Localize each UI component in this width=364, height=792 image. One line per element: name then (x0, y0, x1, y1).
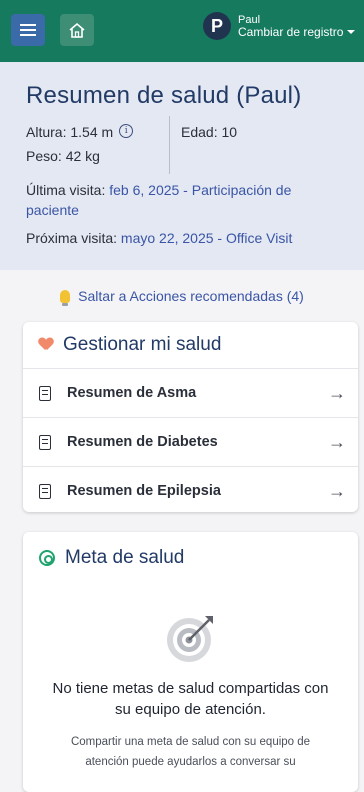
arrow-right-icon: → (328, 481, 346, 501)
last-visit-label: Última visita: (26, 182, 110, 198)
list-item-label: Resumen de Diabetes (67, 434, 218, 450)
user-info: Paul Cambiar de registro (238, 14, 356, 39)
height-row: Altura: 1.54 m i (26, 122, 134, 142)
health-goal-card: Meta de salud No tiene metas de salud co… (23, 532, 358, 792)
arrow-right-icon: → (328, 432, 346, 452)
chevron-down-icon (347, 30, 356, 38)
target-icon (39, 550, 55, 566)
list-item-epilepsy-summary[interactable]: Resumen de Epilepsia → (23, 466, 358, 512)
health-summary: Resumen de salud (Paul) Altura: 1.54 m i … (0, 62, 364, 270)
manage-health-title: Gestionar mi salud (63, 334, 222, 355)
switch-record-control[interactable]: P Paul Cambiar de registro (203, 12, 356, 40)
hamburger-icon (20, 29, 36, 31)
recommended-actions-label: Saltar a Acciones recomendadas (4) (78, 288, 304, 304)
list-item-label: Resumen de Epilepsia (67, 483, 221, 499)
menu-button[interactable] (11, 14, 45, 46)
document-icon (39, 434, 51, 450)
weight-value: Peso: 42 kg (26, 148, 100, 164)
empty-state-title: No tiene metas de salud compartidas con … (52, 680, 329, 718)
divider (169, 116, 170, 174)
top-bar: P Paul Cambiar de registro (0, 0, 364, 62)
manage-health-card: Gestionar mi salud Resumen de Asma → Res… (23, 322, 358, 512)
vitals: Altura: 1.54 m i Edad: 10 Peso: 42 kg (26, 116, 364, 174)
switch-record-label: Cambiar de registro (238, 25, 344, 39)
health-goal-header: Meta de salud (23, 532, 358, 584)
next-visit-link[interactable]: mayo 22, 2025 - Office Visit (121, 230, 292, 246)
age-value: Edad: 10 (181, 124, 238, 140)
arrow-right-icon: → (328, 383, 346, 403)
home-icon (69, 22, 85, 38)
lightbulb-icon (60, 290, 71, 306)
target-arrow-icon (166, 616, 213, 662)
recommended-actions-link[interactable]: Saltar a Acciones recomendadas (4) (0, 288, 364, 308)
home-button[interactable] (60, 14, 94, 46)
list-item-diabetes-summary[interactable]: Resumen de Diabetes → (23, 417, 358, 466)
empty-state-description: Compartir una meta de salud con su equip… (70, 736, 311, 768)
list-item-label: Resumen de Asma (67, 385, 197, 401)
next-visit: Próxima visita: mayo 22, 2025 - Office V… (26, 228, 364, 248)
manage-health-header: Gestionar mi salud (23, 322, 358, 368)
info-icon[interactable]: i (119, 124, 134, 138)
empty-state: No tiene metas de salud compartidas con … (23, 612, 358, 772)
health-goal-title: Meta de salud (65, 547, 185, 568)
avatar: P (203, 12, 231, 40)
list-item-asthma-summary[interactable]: Resumen de Asma → (23, 368, 358, 417)
last-visit: Última visita: feb 6, 2025 - Participaci… (26, 180, 346, 220)
document-icon (39, 385, 51, 401)
heart-icon (39, 338, 53, 352)
page-title: Resumen de salud (Paul) (26, 82, 302, 109)
document-icon (39, 483, 51, 499)
switch-record-row: Cambiar de registro (238, 25, 356, 39)
next-visit-label: Próxima visita: (26, 230, 121, 246)
height-value: Altura: 1.54 m (26, 124, 114, 140)
